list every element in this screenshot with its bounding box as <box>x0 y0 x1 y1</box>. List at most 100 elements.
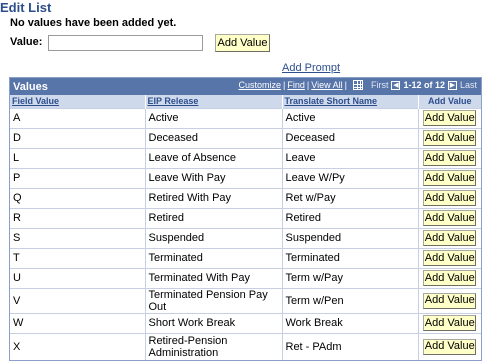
add-value-cell: Add Value <box>418 312 481 333</box>
eip-release-cell: Terminated <box>145 247 283 268</box>
short-name-cell: Term w/Pen <box>282 287 419 313</box>
add-value-cell: Add Value <box>418 107 481 128</box>
table-row: V Terminated Pension Pay Out Term w/Pen Add… <box>10 287 481 313</box>
add-value-cell: Add Value <box>418 287 481 313</box>
field-value-cell: R <box>10 207 146 228</box>
eip-release-cell: Retired With Pay <box>145 187 283 208</box>
eip-release-cell: Terminated Pension Pay Out <box>145 287 283 313</box>
field-value-cell: P <box>10 167 146 188</box>
nav-separator: | <box>306 80 310 90</box>
nav-separator: | <box>344 80 347 90</box>
add-value-cell: Add Value <box>418 332 481 360</box>
table-row: S Suspended Suspended Add Value <box>10 227 481 248</box>
short-name-cell: Deceased <box>282 127 419 148</box>
add-value-cell: Add Value <box>418 187 481 208</box>
field-value-cell: U <box>10 267 146 288</box>
grid-title: Values <box>13 80 48 93</box>
field-value-cell: V <box>10 287 146 313</box>
short-name-cell: Leave W/Py <box>282 167 419 188</box>
row-add-value-button[interactable]: Add Value <box>423 150 477 166</box>
eip-release-cell: Deceased <box>145 127 283 148</box>
nav-separator: | <box>283 80 286 90</box>
page-title: Edit List <box>0 0 52 15</box>
table-row: X Retired-Pension Administration Ret - PAd… <box>10 332 481 360</box>
eip-release-cell: Terminated With Pay <box>145 267 283 288</box>
eip-release-cell: Retired <box>145 207 283 228</box>
first-label: First <box>370 80 389 90</box>
eip-release-cell: Leave of Absence <box>145 147 283 168</box>
short-name-cell: Leave <box>282 147 419 168</box>
last-label: Last <box>459 80 477 90</box>
short-name-cell: Ret w/Pay <box>282 187 419 208</box>
row-add-value-button[interactable]: Add Value <box>423 250 477 266</box>
table-row: T Terminated Terminated Add Value <box>10 247 481 268</box>
row-add-value-button[interactable]: Add Value <box>423 230 477 246</box>
find-link[interactable]: Find <box>287 80 305 90</box>
table-row: W Short Work Break Work Break Add Value <box>10 312 481 333</box>
value-label: Value: <box>10 36 43 48</box>
eip-release-cell: Retired-Pension Administration <box>145 332 283 360</box>
column-header-row: Field Value EIP Release Translate Short … <box>10 95 481 108</box>
value-input[interactable] <box>48 35 203 51</box>
short-name-cell: Retired <box>282 207 419 228</box>
row-add-value-button[interactable]: Add Value <box>423 170 477 186</box>
table-row: U Terminated With Pay Term w/Pay Add Value <box>10 267 481 288</box>
eip-release-cell: Leave With Pay <box>145 167 283 188</box>
field-value-cell: S <box>10 227 146 248</box>
field-value-cell: X <box>10 332 146 360</box>
short-name-cell: Term w/Pay <box>282 267 419 288</box>
grid-nav: Customize | Find | View All | First ◀ 1-… <box>239 80 477 90</box>
no-values-message: No values have been added yet. <box>10 17 177 29</box>
add-value-cell: Add Value <box>418 167 481 188</box>
short-name-cell: Terminated <box>282 247 419 268</box>
field-value-cell: A <box>10 107 146 128</box>
add-value-cell: Add Value <box>418 267 481 288</box>
customize-link[interactable]: Customize <box>239 80 282 90</box>
add-value-cell: Add Value <box>418 227 481 248</box>
short-name-cell: Active <box>282 107 419 128</box>
short-name-cell: Suspended <box>282 227 419 248</box>
col-header-eip-release[interactable]: EIP Release <box>145 95 283 108</box>
field-value-cell: T <box>10 247 146 268</box>
row-add-value-button[interactable]: Add Value <box>423 315 477 331</box>
row-add-value-button[interactable]: Add Value <box>423 130 477 146</box>
row-add-value-button[interactable]: Add Value <box>423 190 477 206</box>
values-table: Field Value EIP Release Translate Short … <box>10 95 481 360</box>
row-add-value-button[interactable]: Add Value <box>423 292 477 309</box>
table-row: A Active Active Add Value <box>10 107 481 128</box>
table-row: R Retired Retired Add Value <box>10 207 481 228</box>
row-range: 1-12 of 12 <box>403 80 445 90</box>
prev-arrow-icon[interactable]: ◀ <box>391 80 401 90</box>
row-add-value-button[interactable]: Add Value <box>423 210 477 226</box>
field-value-cell: Q <box>10 187 146 208</box>
add-value-button[interactable]: Add Value <box>215 34 270 52</box>
short-name-cell: Work Break <box>282 312 419 333</box>
eip-release-cell: Active <box>145 107 283 128</box>
add-value-cell: Add Value <box>418 247 481 268</box>
col-header-add-value: Add Value <box>418 95 481 108</box>
table-row: P Leave With Pay Leave W/Py Add Value <box>10 167 481 188</box>
row-add-value-button[interactable]: Add Value <box>423 110 477 126</box>
table-row: Q Retired With Pay Ret w/Pay Add Value <box>10 187 481 208</box>
view-all-link[interactable]: View All <box>311 80 342 90</box>
add-value-cell: Add Value <box>418 207 481 228</box>
field-value-cell: L <box>10 147 146 168</box>
next-arrow-icon[interactable]: ▶ <box>447 80 457 90</box>
eip-release-cell: Suspended <box>145 227 283 248</box>
row-add-value-button[interactable]: Add Value <box>423 270 477 286</box>
field-value-cell: W <box>10 312 146 333</box>
row-add-value-button[interactable]: Add Value <box>423 338 477 355</box>
add-value-cell: Add Value <box>418 127 481 148</box>
field-value-cell: D <box>10 127 146 148</box>
grid-header: Values Customize | Find | View All | Fir… <box>10 78 481 95</box>
col-header-translate-short-name[interactable]: Translate Short Name <box>282 95 419 108</box>
table-row: L Leave of Absence Leave Add Value <box>10 147 481 168</box>
add-value-cell: Add Value <box>418 147 481 168</box>
add-prompt-link[interactable]: Add Prompt <box>282 62 340 74</box>
grid-download-icon[interactable] <box>352 80 363 90</box>
short-name-cell: Ret - PAdm <box>282 332 419 360</box>
table-row: D Deceased Deceased Add Value <box>10 127 481 148</box>
col-header-field-value[interactable]: Field Value <box>10 95 146 108</box>
eip-release-cell: Short Work Break <box>145 312 283 333</box>
values-grid: Values Customize | Find | View All | Fir… <box>9 77 482 361</box>
